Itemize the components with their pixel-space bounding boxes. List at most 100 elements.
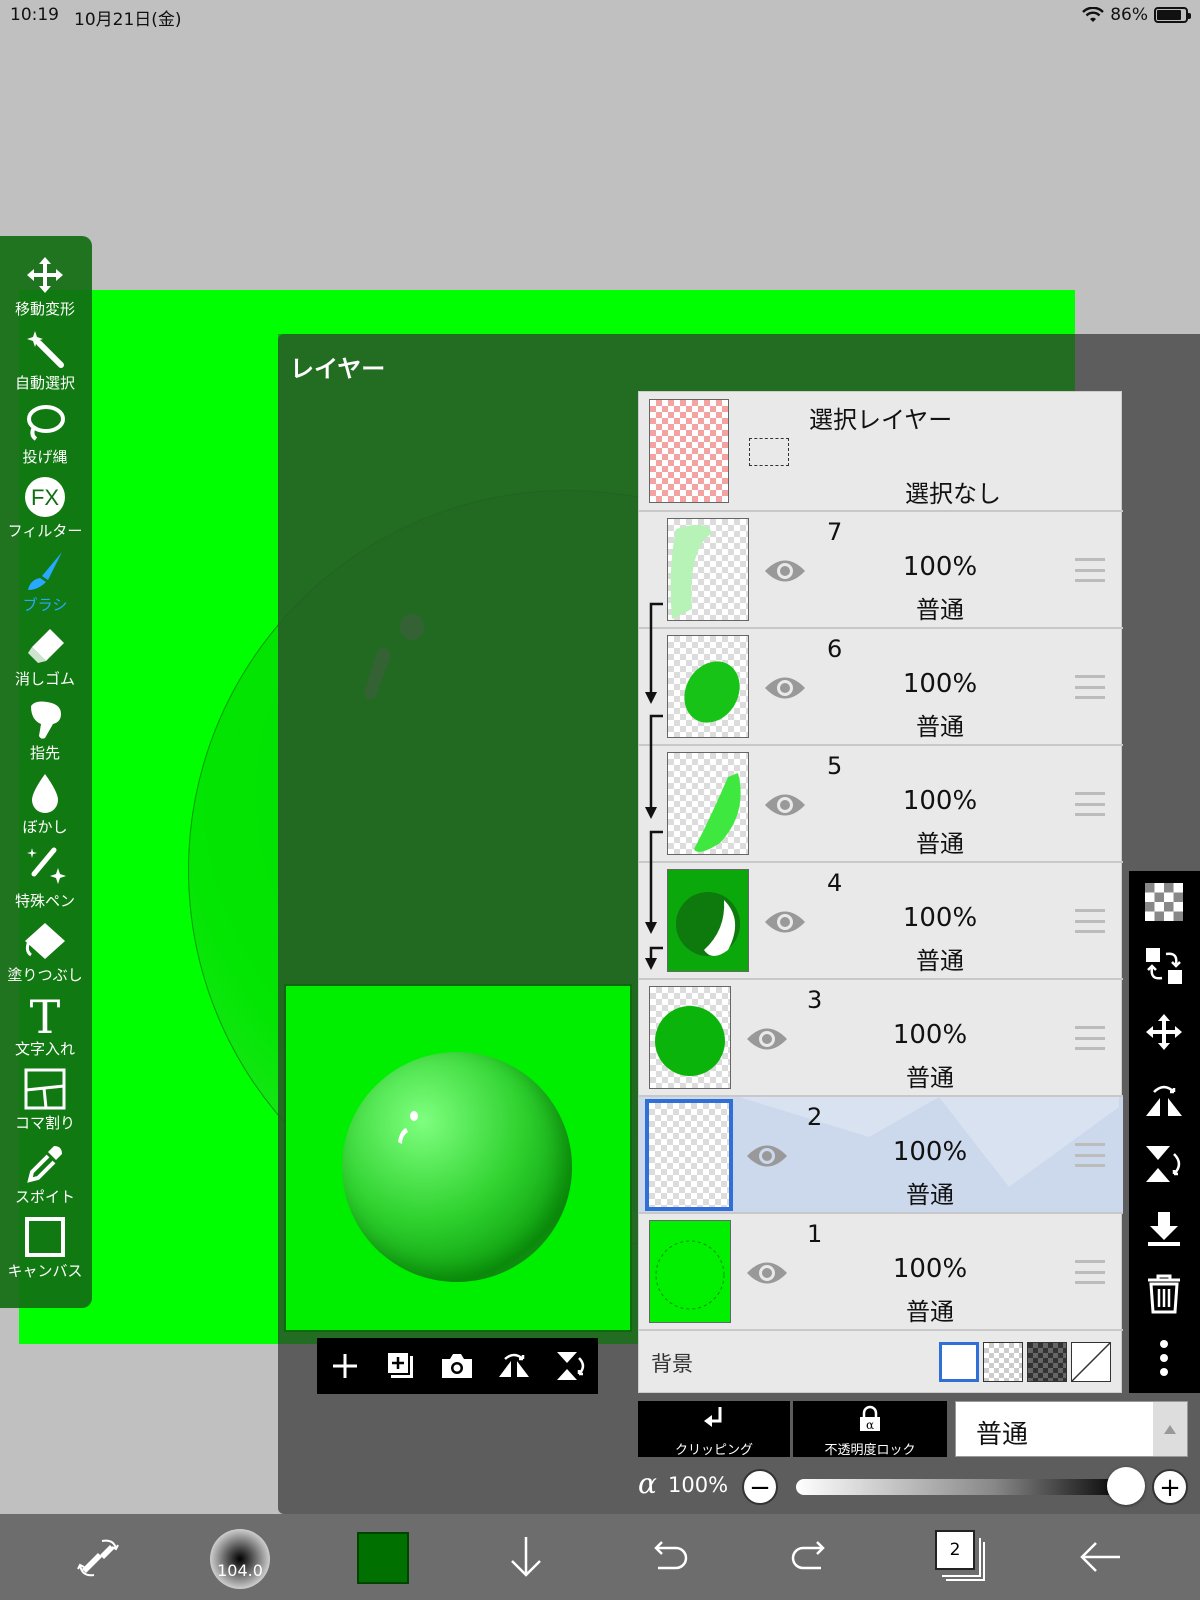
visibility-eye-icon[interactable]: [745, 1258, 789, 1288]
tool-filter[interactable]: FX フィルター: [0, 472, 90, 546]
tool-canvas[interactable]: キャンバス: [0, 1212, 90, 1286]
layer-thumbnail: [667, 518, 749, 621]
redo-button[interactable]: [783, 1532, 839, 1582]
back-button[interactable]: [1072, 1532, 1128, 1582]
blend-mode-select[interactable]: 普通: [955, 1401, 1188, 1457]
reorder-handle-icon[interactable]: [1075, 1026, 1105, 1050]
reorder-handle-icon[interactable]: [1075, 558, 1105, 582]
tool-eyedropper[interactable]: スポイト: [0, 1138, 90, 1212]
layer-number: 7: [827, 518, 843, 546]
selection-layer-thumbnail: [649, 399, 729, 503]
alpha-lock-button[interactable]: α 不透明度ロック: [793, 1401, 947, 1458]
visibility-eye-icon[interactable]: [763, 556, 807, 586]
layer-row[interactable]: 1 100% 普通: [639, 1214, 1123, 1331]
layer-thumbnail: [667, 635, 749, 738]
reorder-handle-icon[interactable]: [1075, 1143, 1105, 1167]
tool-move-transform[interactable]: 移動変形: [0, 250, 90, 324]
reorder-handle-icon[interactable]: [1075, 909, 1105, 933]
layer-opacity: 100%: [902, 552, 978, 582]
layers-button[interactable]: 2: [930, 1526, 990, 1586]
canvas-preview[interactable]: [284, 984, 632, 1332]
opacity-slider[interactable]: [796, 1479, 1126, 1495]
visibility-eye-icon[interactable]: [745, 1024, 789, 1054]
fill-bucket-icon: [25, 923, 65, 959]
flip-layer-vertical-button[interactable]: [1139, 1139, 1189, 1189]
reorder-handle-icon[interactable]: [1075, 792, 1105, 816]
move-layer-button[interactable]: [1139, 1007, 1189, 1057]
tool-label: 文字入れ: [14, 1040, 75, 1058]
checker-icon: [1145, 883, 1183, 921]
merge-down-button[interactable]: [1139, 1205, 1189, 1255]
layer-count: 2: [935, 1530, 975, 1570]
layer-row[interactable]: 7 100% 普通: [639, 512, 1123, 629]
tool-special-pen[interactable]: 特殊ペン: [0, 842, 90, 916]
move-icon: [1146, 1014, 1182, 1050]
status-time: 10:19: [10, 5, 59, 25]
tool-magic-wand[interactable]: 自動選択: [0, 324, 90, 398]
reorder-handle-icon[interactable]: [1075, 1260, 1105, 1284]
undo-button[interactable]: [640, 1532, 696, 1582]
clipping-indicator: [645, 602, 663, 970]
blur-drop-icon: [32, 774, 58, 813]
frame-divider-icon: [24, 1068, 66, 1110]
color-swatch-button[interactable]: [357, 1532, 409, 1584]
tool-label: フィルター: [7, 522, 83, 540]
status-right: 86%: [1082, 5, 1191, 25]
swap-layer-icon: [1146, 948, 1182, 984]
camera-import-button[interactable]: [437, 1346, 477, 1386]
layer-number: 4: [827, 869, 843, 897]
background-transparent-swatch[interactable]: [983, 1342, 1023, 1382]
visibility-eye-icon[interactable]: [763, 790, 807, 820]
layer-row[interactable]: 4 100% 普通: [639, 863, 1123, 980]
preview-toolbar: [317, 1338, 598, 1394]
layer-blend-mode: 普通: [906, 1298, 954, 1326]
tool-eraser[interactable]: 消しゴム: [0, 620, 90, 694]
tool-fill[interactable]: 塗りつぶし: [0, 916, 90, 990]
layer-row[interactable]: 5 100% 普通: [639, 746, 1123, 863]
tool-label: 指先: [29, 744, 60, 762]
add-layer-button[interactable]: [325, 1346, 365, 1386]
layer-opacity: 100%: [892, 1137, 968, 1167]
delete-layer-button[interactable]: [1139, 1269, 1189, 1319]
layer-blend-mode: 普通: [906, 1181, 954, 1209]
opacity-slider-knob[interactable]: [1107, 1467, 1145, 1505]
alpha-symbol: α: [638, 1467, 657, 1500]
layer-row[interactable]: 6 100% 普通: [639, 629, 1123, 746]
reorder-handle-icon[interactable]: [1075, 675, 1105, 699]
tool-text[interactable]: T 文字入れ: [0, 990, 90, 1064]
tool-frame-divider[interactable]: コマ割り: [0, 1064, 90, 1138]
background-dark-swatch[interactable]: [1027, 1342, 1067, 1382]
visibility-eye-icon[interactable]: [745, 1141, 789, 1171]
background-none-swatch[interactable]: [1071, 1342, 1111, 1382]
selection-layer-row[interactable]: 選択レイヤー 選択なし: [639, 392, 1123, 512]
quick-menu-button[interactable]: [70, 1532, 126, 1582]
layer-row[interactable]: 3 100% 普通: [639, 980, 1123, 1097]
magic-wand-icon: [27, 331, 64, 368]
opacity-decrease-button[interactable]: −: [742, 1469, 778, 1505]
duplicate-layer-button[interactable]: [381, 1346, 421, 1386]
tool-lasso[interactable]: 投げ縄: [0, 398, 90, 472]
flip-vertical-button[interactable]: [550, 1346, 590, 1386]
layer-swap-button[interactable]: [1139, 941, 1189, 991]
tool-brush[interactable]: ブラシ: [0, 546, 90, 620]
flip-layer-horizontal-button[interactable]: [1139, 1075, 1189, 1125]
background-white-swatch[interactable]: [939, 1342, 979, 1382]
transparency-button[interactable]: [1139, 877, 1189, 927]
flip-vertical-icon: [1146, 1146, 1181, 1182]
tool-finger[interactable]: 指先: [0, 694, 90, 768]
visibility-eye-icon[interactable]: [763, 907, 807, 937]
layer-number: 1: [807, 1220, 823, 1248]
layer-down-button[interactable]: [498, 1532, 554, 1582]
layer-row-selected[interactable]: 2 100% 普通: [639, 1097, 1123, 1214]
more-options-button[interactable]: [1139, 1333, 1189, 1383]
clipping-label: クリッピング: [674, 1443, 753, 1458]
visibility-eye-icon[interactable]: [763, 673, 807, 703]
brush-size-button[interactable]: 104.0: [210, 1529, 270, 1589]
layer-thumbnail: [649, 986, 731, 1089]
clipping-button[interactable]: クリッピング: [638, 1401, 790, 1458]
layer-thumbnail: [649, 1220, 731, 1323]
tool-blur[interactable]: ぼかし: [0, 768, 90, 842]
flip-horizontal-button[interactable]: [494, 1346, 534, 1386]
layer-opacity: 100%: [892, 1020, 968, 1050]
opacity-increase-button[interactable]: +: [1152, 1469, 1188, 1505]
